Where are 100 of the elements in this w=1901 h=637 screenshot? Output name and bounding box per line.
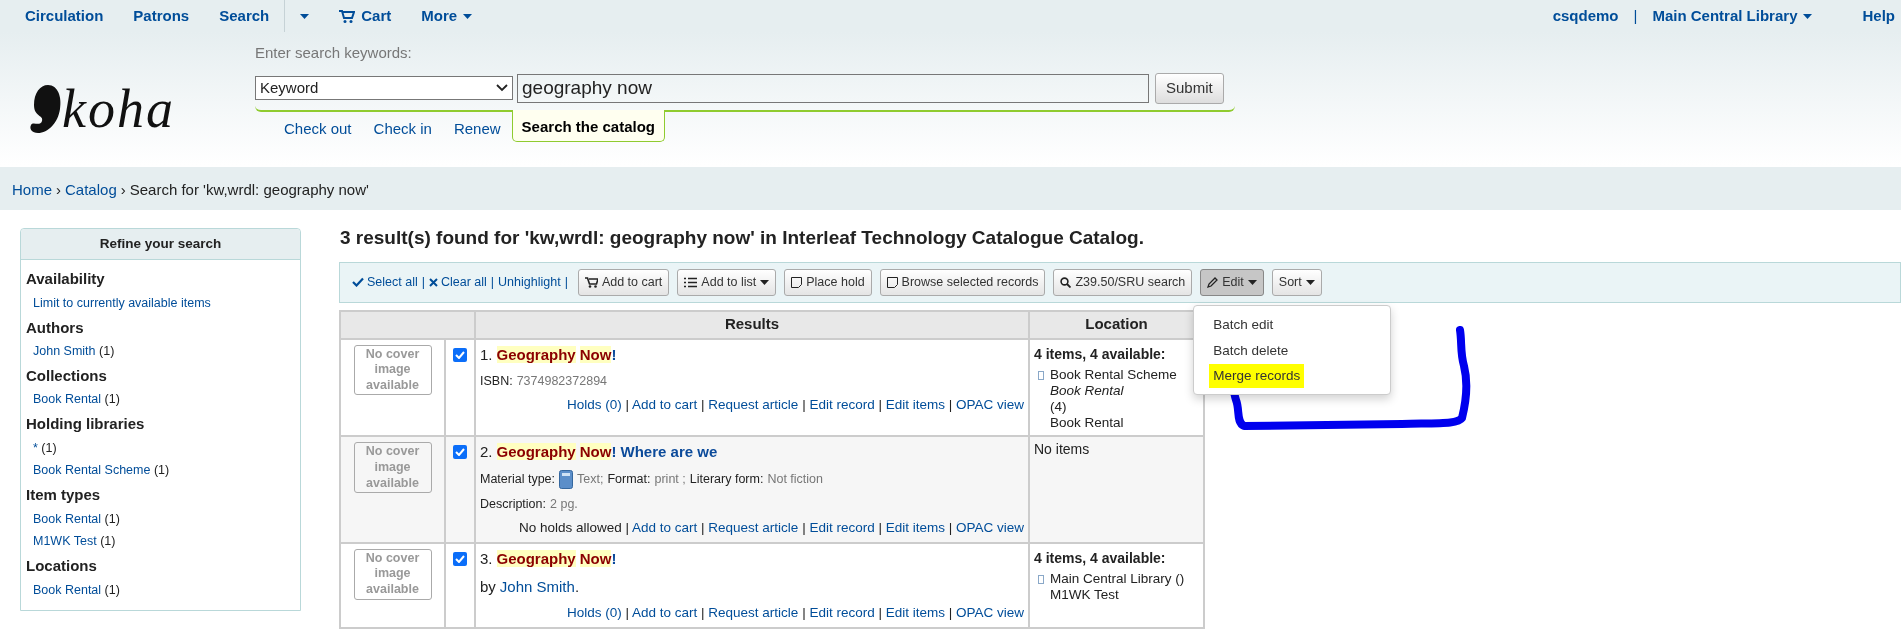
tab[interactable]: Renew	[442, 111, 512, 144]
record-number: 2.	[480, 442, 493, 463]
search-icon	[1060, 276, 1072, 288]
toolbar-button[interactable]: Place hold	[784, 268, 872, 296]
facet-heading: Availability	[26, 269, 106, 290]
record-title-link[interactable]: Geography Now!	[496, 547, 617, 571]
field-label: Material type:	[480, 470, 556, 488]
byline-text: .	[574, 577, 580, 598]
action-link[interactable]: Edit items	[885, 519, 945, 535]
separator-text: |	[700, 519, 706, 535]
action-text: No holds allowed	[518, 519, 622, 535]
nav-link[interactable]: Patrons	[118, 0, 205, 32]
facet-count: (1)	[104, 582, 120, 597]
breadcrumb-separator: ›	[120, 181, 126, 198]
action-link[interactable]: Request article	[708, 604, 799, 620]
username-link[interactable]: csqdemo	[1537, 0, 1634, 32]
toolbar-button[interactable]: Add to cart	[577, 268, 670, 296]
record-number: 3.	[480, 548, 493, 569]
toolbar-button[interactable]: Add to list	[677, 268, 777, 296]
separator-text: |	[801, 604, 807, 620]
toolbar-link[interactable]: Unhighlight	[498, 272, 561, 292]
tab[interactable]: Search the catalog	[511, 109, 665, 142]
action-link[interactable]: Add to cart	[632, 604, 698, 620]
location-summary: 4 items, 4 available:	[1034, 344, 1167, 364]
action-link[interactable]: Add to cart	[632, 519, 698, 535]
checkbox[interactable]	[453, 445, 467, 460]
pencil-icon	[1207, 276, 1219, 288]
location-text: M1WK Test	[1050, 586, 1119, 604]
action-link[interactable]: Edit items	[885, 396, 945, 412]
location-text: Book Rental Scheme	[1050, 366, 1177, 383]
action-link[interactable]: Holds (0)	[567, 396, 622, 412]
separator-text: |	[564, 273, 568, 291]
toolbar-button[interactable]: Edit	[1200, 268, 1264, 296]
separator-text: |	[877, 604, 883, 620]
library-menu-link[interactable]: Main Central Library	[1637, 0, 1828, 32]
checkbox[interactable]	[453, 347, 467, 362]
facet-count: (1)	[104, 511, 120, 526]
action-link[interactable]: Edit record	[809, 396, 875, 412]
action-link[interactable]: Add to cart	[632, 396, 698, 412]
toolbar-link[interactable]: Select all	[352, 272, 418, 292]
separator-text: |	[421, 273, 425, 291]
facet-link[interactable]: M1WK Test	[33, 534, 97, 549]
no-cover-image-frame: No cover image available	[353, 548, 432, 600]
author-link[interactable]: John Smith	[499, 576, 575, 599]
tab[interactable]: Check out	[273, 111, 363, 144]
logo[interactable]: koha	[0, 32, 255, 165]
facet-link[interactable]: Book Rental	[33, 511, 102, 526]
toolbar-button[interactable]: Browse selected records	[879, 268, 1046, 296]
submit-button[interactable]: Submit	[1155, 72, 1224, 104]
chevron-icon	[496, 84, 508, 92]
tab[interactable]: Check in	[362, 111, 443, 144]
toolbar-button[interactable]: Sort	[1271, 268, 1322, 296]
breadcrumb-current: Search for 'kw,wrdl: geography now'	[129, 181, 369, 198]
toolbar-link[interactable]: Clear all	[429, 272, 487, 292]
action-link[interactable]: Edit items	[885, 604, 945, 620]
breadcrumb-link[interactable]: Home	[12, 181, 52, 198]
menu-item[interactable]: Merge records	[1209, 364, 1305, 389]
separator-text: |	[490, 273, 495, 291]
separator-text: |	[624, 519, 630, 535]
separator-text: |	[700, 396, 706, 412]
nav-menu-link[interactable]: More	[406, 0, 488, 32]
note-icon	[886, 276, 898, 288]
separator-text: |	[801, 396, 807, 412]
location-text: Main Central Library ()	[1050, 570, 1185, 587]
search-field[interactable]: geography now	[517, 73, 1149, 103]
field-label: Literary form:	[689, 470, 764, 488]
action-link[interactable]: OPAC view	[956, 396, 1024, 412]
checkbox[interactable]	[453, 551, 467, 566]
facet-link[interactable]: Book Rental	[33, 582, 102, 597]
note-icon	[791, 276, 803, 288]
help-link[interactable]: Help	[1847, 0, 1901, 32]
menu-item[interactable]: Batch delete	[1195, 337, 1289, 364]
action-link[interactable]: Holds (0)	[567, 604, 622, 620]
facet-count: (1)	[153, 463, 170, 478]
index-select[interactable]: Keyword	[255, 76, 513, 100]
facet-link[interactable]: Book Rental Scheme	[33, 463, 151, 478]
facet-link[interactable]: Limit to currently available items	[33, 295, 211, 310]
field-value: 2 pg.	[550, 495, 578, 513]
facet-link[interactable]: *	[33, 440, 38, 455]
action-link[interactable]: Edit record	[809, 519, 875, 535]
separator-text: |	[801, 519, 807, 535]
action-link[interactable]: Request article	[708, 396, 799, 412]
facet-count: (1)	[104, 392, 120, 407]
facet-heading: Collections	[26, 365, 108, 386]
action-link[interactable]: OPAC view	[956, 604, 1024, 620]
nav-link[interactable]: Circulation	[10, 0, 119, 32]
cart-link[interactable]: Cart	[324, 0, 407, 32]
no-cover-image-frame: No cover image available	[353, 442, 432, 494]
facet-link[interactable]: John Smith	[33, 344, 96, 358]
action-link[interactable]: Edit record	[809, 604, 875, 620]
location-text: (4)	[1050, 398, 1067, 416]
breadcrumb-link[interactable]: Catalog	[65, 181, 117, 198]
nav-link[interactable]: Search	[204, 0, 285, 32]
record-title-link[interactable]: Geography Now! Where are we	[496, 441, 718, 464]
field-value: Not fiction	[767, 470, 823, 488]
facet-link[interactable]: Book Rental	[33, 392, 102, 407]
action-link[interactable]: Request article	[708, 519, 799, 535]
separator-text: |	[624, 396, 630, 412]
toolbar-button[interactable]: Z39.50/SRU search	[1053, 268, 1193, 296]
action-link[interactable]: OPAC view	[956, 519, 1024, 535]
